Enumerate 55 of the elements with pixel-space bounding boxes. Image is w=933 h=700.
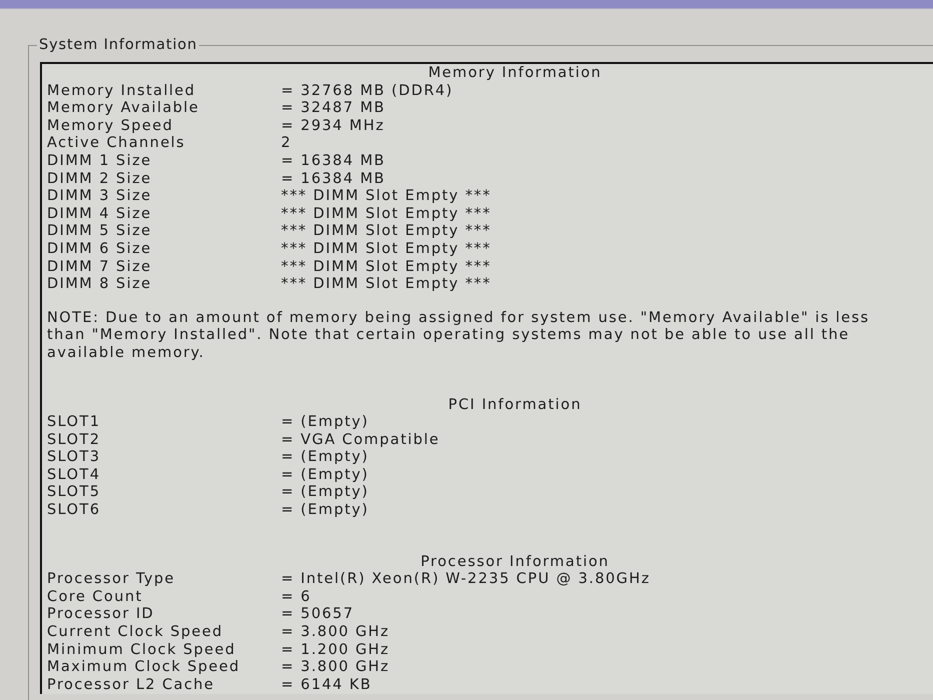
row-label: Current Clock Speed (47, 624, 224, 642)
row-value: 2 (281, 135, 292, 153)
row-value: = 32487 MB (281, 100, 386, 118)
row-value: = (Empty) (281, 466, 369, 484)
row-value: = 1.200 GHz (281, 642, 390, 660)
row-value: *** DIMM Slot Empty *** (281, 188, 492, 206)
row-value: = 6 (281, 588, 312, 606)
row-value: = (Empty) (281, 484, 369, 502)
row-label: DIMM 7 Size (47, 258, 152, 276)
row-value: = 16384 MB (281, 170, 386, 188)
row-value: = (Empty) (281, 449, 369, 467)
row-label: Core Count (47, 588, 143, 606)
row-label: Memory Speed (47, 118, 174, 136)
row-label: DIMM 8 Size (47, 276, 152, 294)
row-label: DIMM 1 Size (47, 152, 152, 171)
row-label: SLOT1 (47, 414, 101, 432)
row-value: *** DIMM Slot Empty *** (281, 276, 492, 294)
section-heading: Processor Information (420, 554, 610, 572)
row-value: *** DIMM Slot Empty *** (281, 206, 492, 224)
row-value: = 50657 (281, 606, 354, 624)
row-value: = 2934 MHz (281, 118, 385, 136)
row-label: Processor Type (47, 571, 176, 589)
row-label: DIMM 2 Size (47, 170, 152, 188)
row-value: = VGA Compatible (281, 432, 440, 450)
row-value: = (Empty) (281, 502, 369, 520)
memory-note: NOTE: Due to an amount of memory being assigned for system use. "Memory Available" is less than "Memory Installed". Note that certain operating systems may not be able to use all the available memory. (47, 310, 871, 362)
row-value: = 32768 MB (DDR4) (281, 82, 454, 100)
row-value: = (Empty) (281, 414, 369, 432)
row-value: = 16384 MB (281, 152, 386, 171)
row-label: Minimum Clock Speed (47, 642, 236, 660)
row-label: Memory Installed (47, 82, 196, 100)
row-value: = Intel(R) Xeon(R) W-2235 CPU @ 3.80GHz (281, 571, 650, 589)
row-label: SLOT4 (47, 466, 101, 484)
row-label: SLOT3 (47, 449, 101, 467)
row-value: = 6144 KB (281, 676, 372, 694)
row-label: Processor L2 Cache (47, 676, 215, 694)
row-label: DIMM 6 Size (47, 240, 152, 259)
row-label: DIMM 5 Size (47, 223, 152, 241)
row-value: *** DIMM Slot Empty *** (281, 223, 492, 241)
row-label: Memory Available (47, 100, 200, 118)
row-value: *** DIMM Slot Empty *** (281, 258, 492, 276)
row-label: Processor ID (47, 606, 154, 624)
row-label: DIMM 4 Size (47, 206, 152, 224)
row-value: = 3.800 GHz (281, 659, 390, 677)
row-value: = 3.800 GHz (281, 624, 390, 642)
group-title: System Information (38, 36, 198, 54)
section-heading: Memory Information (428, 65, 602, 83)
row-label: Active Channels (47, 135, 186, 153)
row-value: *** DIMM Slot Empty *** (281, 240, 492, 259)
section-heading: PCI Information (448, 396, 582, 414)
row-label: SLOT5 (47, 484, 101, 502)
row-label: Maximum Clock Speed (47, 659, 240, 677)
row-label: DIMM 3 Size (47, 188, 152, 206)
row-label: SLOT2 (47, 432, 101, 450)
row-label: SLOT6 (47, 502, 101, 520)
